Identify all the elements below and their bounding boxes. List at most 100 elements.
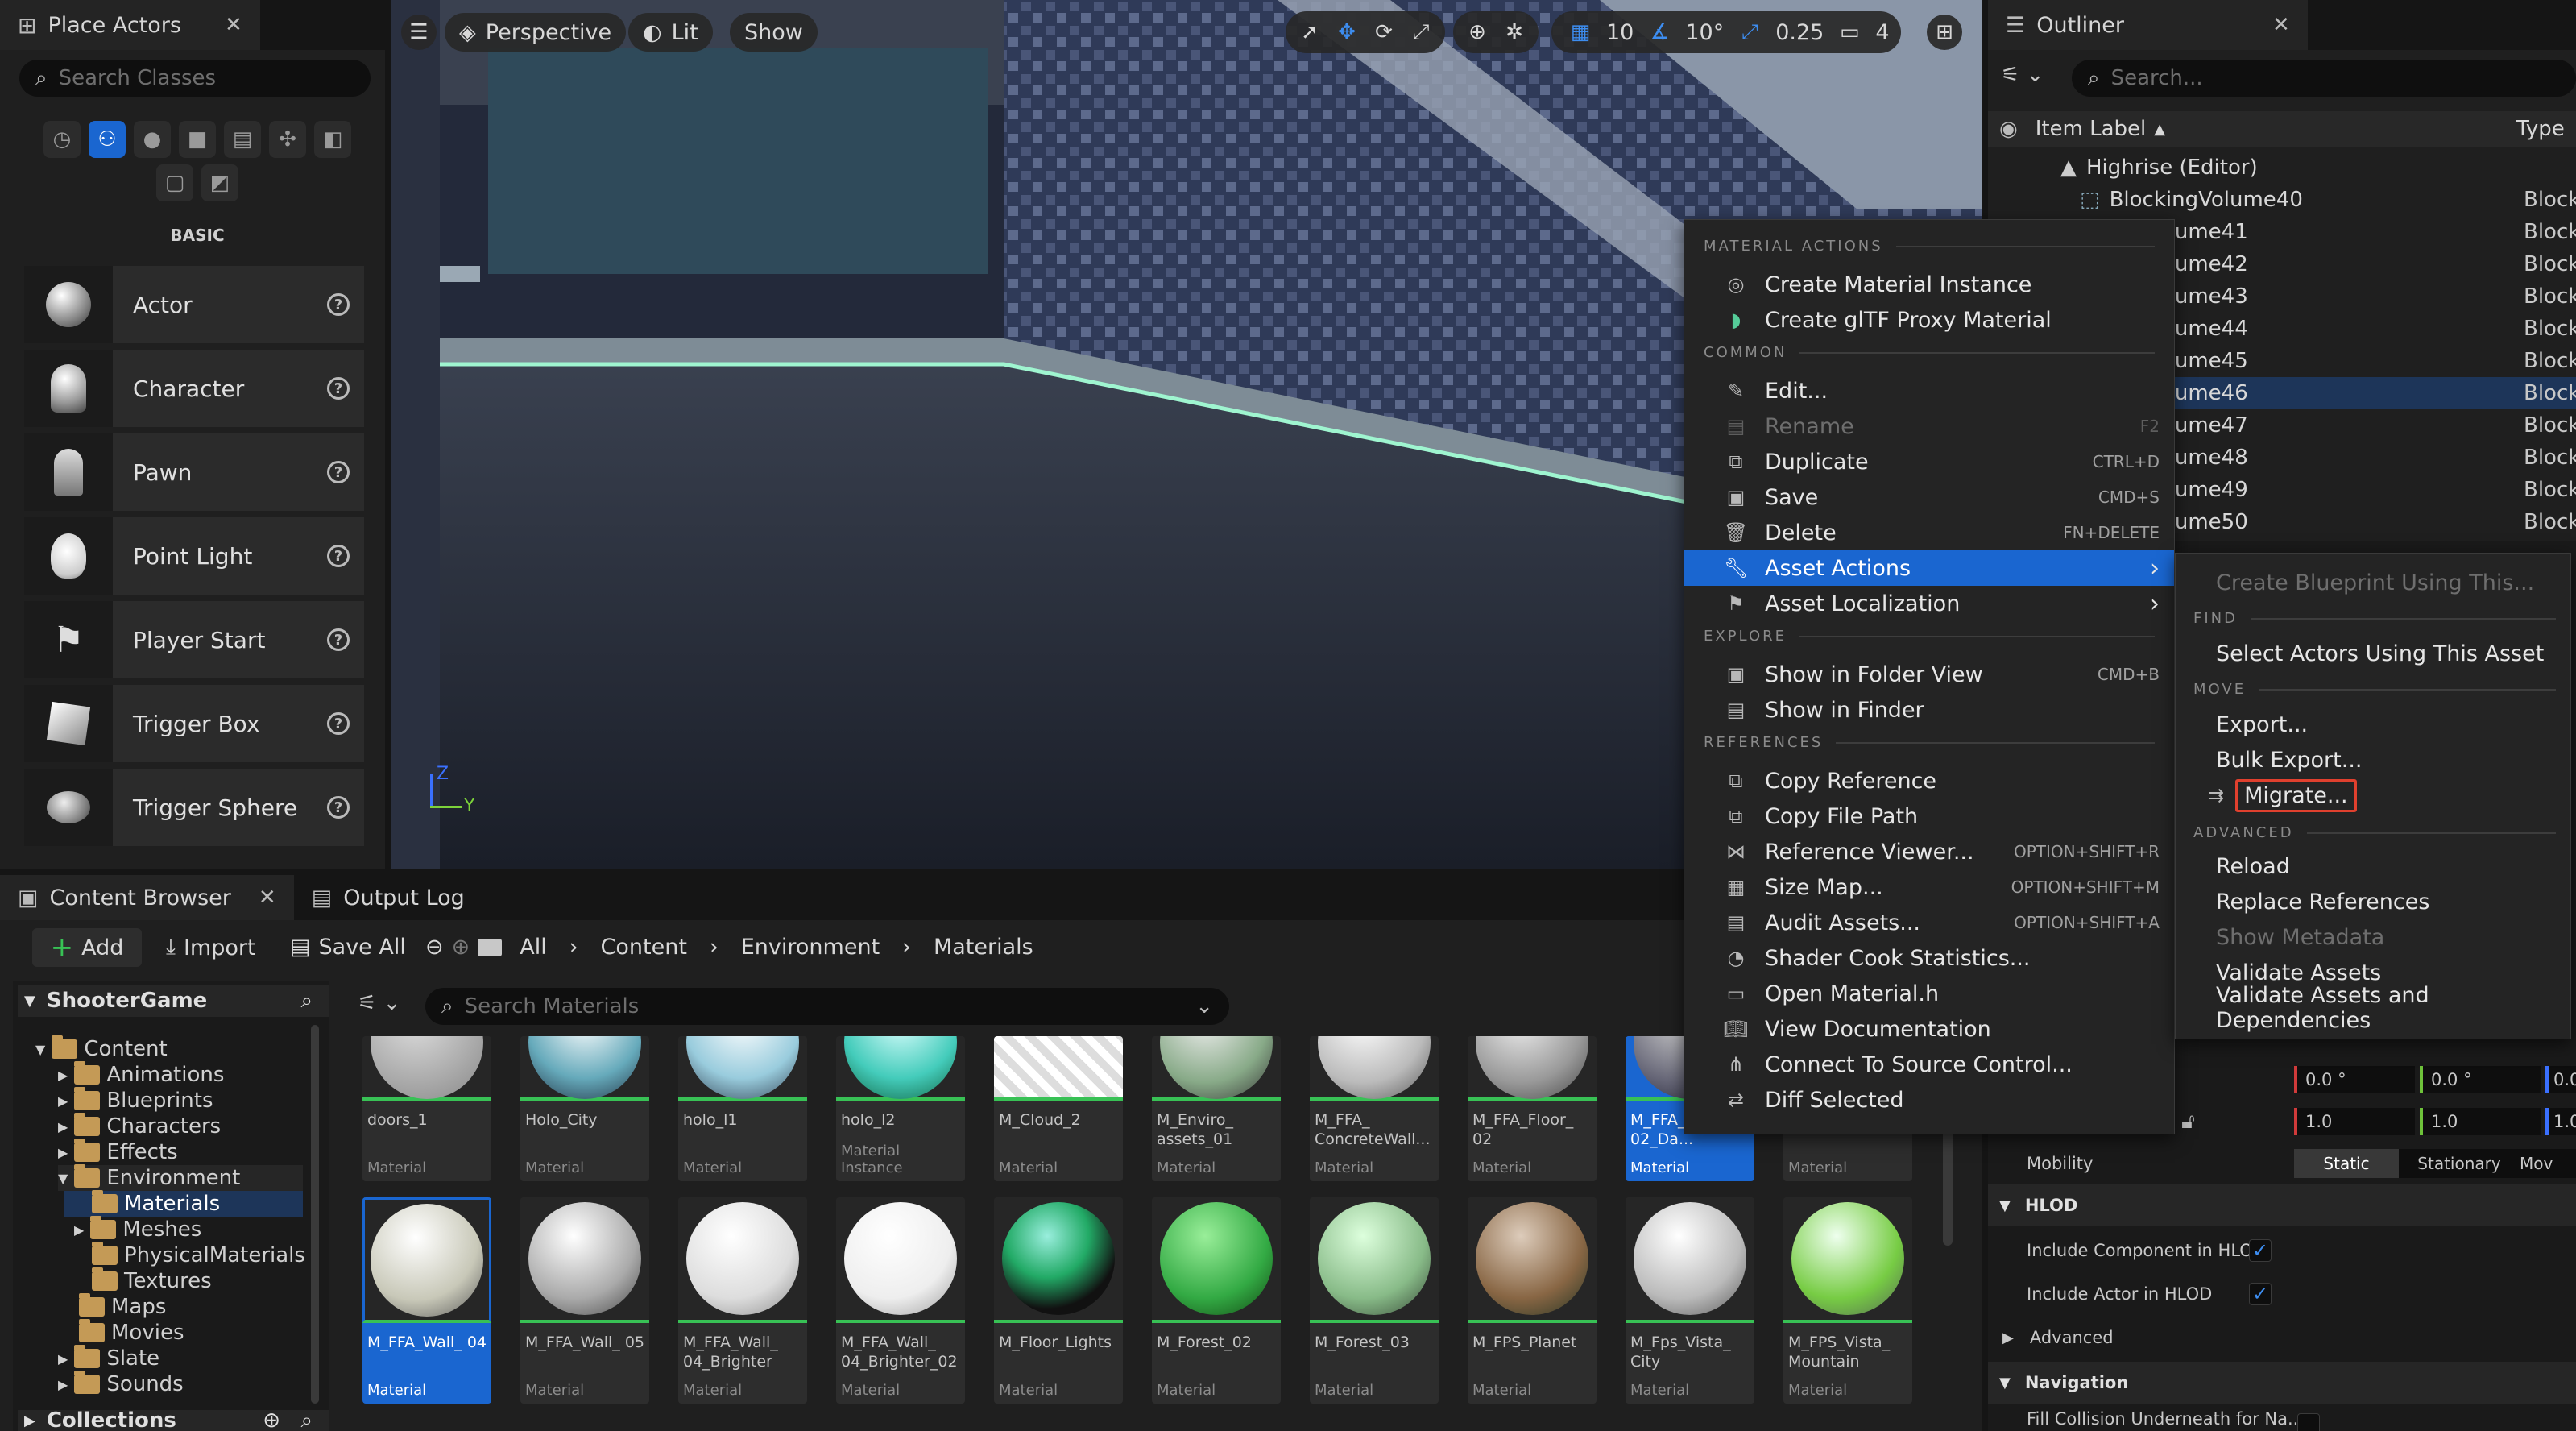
asset-tile[interactable]: Holo_City Material: [520, 1036, 649, 1181]
select-mode-icon[interactable]: ➚: [1292, 15, 1327, 50]
asset-tile[interactable]: M_Cloud_2 Material: [994, 1036, 1123, 1181]
menu-create-blueprint[interactable]: Create Blueprint Using This...: [2176, 565, 2570, 600]
menu-show-metadata[interactable]: Show Metadata: [2176, 919, 2570, 955]
menu-show-in-folder-view[interactable]: ▣ Show in Folder View CMD+B: [1684, 657, 2174, 692]
rotation-x-field[interactable]: 0.0 °: [2294, 1066, 2415, 1093]
tree-item-content[interactable]: ▼ Content: [35, 1035, 168, 1062]
menu-create-material-instance[interactable]: ◎ Create Material Instance: [1684, 267, 2174, 302]
cinematic-icon[interactable]: ▤: [224, 121, 261, 158]
actor-item-trigger-sphere[interactable]: Trigger Sphere ?: [24, 769, 364, 846]
scale-snap-icon[interactable]: ⤢: [1732, 15, 1767, 50]
actor-item-point-light[interactable]: Point Light ?: [24, 517, 364, 595]
viewport-menu-icon[interactable]: ☰: [401, 15, 437, 50]
chevron-down-icon[interactable]: ⌄: [1195, 994, 1213, 1018]
menu-connect-source-control[interactable]: ⋔ Connect To Source Control...: [1684, 1047, 2174, 1082]
breadcrumb-environment[interactable]: Environment: [741, 935, 880, 960]
close-icon[interactable]: ✕: [2272, 13, 2290, 37]
mobility-movable-button[interactable]: Mov: [2520, 1154, 2576, 1173]
help-icon[interactable]: ?: [327, 545, 350, 567]
breadcrumb-content[interactable]: Content: [601, 935, 687, 960]
column-item-label[interactable]: Item Label: [2036, 117, 2147, 141]
camera-speed-value[interactable]: 4: [1875, 20, 1889, 45]
menu-asset-actions[interactable]: 🔧︎ Asset Actions ›: [1684, 550, 2174, 586]
menu-open-material-h[interactable]: ▭ Open Material.h: [1684, 976, 2174, 1011]
tree-item-blueprints[interactable]: ▶ Blueprints: [58, 1087, 213, 1114]
tab-content-browser[interactable]: ▣ Content Browser ✕: [0, 875, 294, 920]
breadcrumb-materials[interactable]: Materials: [934, 935, 1033, 960]
actor-item-pawn[interactable]: Pawn ?: [24, 433, 364, 511]
rotation-z-field[interactable]: 0.0: [2545, 1066, 2576, 1093]
menu-migrate[interactable]: ⇉ Migrate...: [2176, 778, 2570, 813]
asset-tile[interactable]: M_Forest_03 Material: [1310, 1197, 1439, 1404]
asset-tile[interactable]: M_FFA_Floor_ 02 Material: [1468, 1036, 1597, 1181]
asset-tile[interactable]: M_FFA_Wall_ 04_Brighter_02 Material: [836, 1197, 965, 1404]
menu-view-documentation[interactable]: 📖︎ View Documentation: [1684, 1011, 2174, 1047]
menu-asset-localization[interactable]: ⚑ Asset Localization ›: [1684, 586, 2174, 621]
geometry-icon[interactable]: ◩: [201, 164, 238, 201]
menu-duplicate[interactable]: ⧉ Duplicate CTRL+D: [1684, 444, 2174, 479]
asset-tile[interactable]: M_FFA_ ConcreteWall... Material: [1310, 1036, 1439, 1181]
menu-rename[interactable]: ▤ Rename F2: [1684, 409, 2174, 444]
tab-output-log[interactable]: ▤ Output Log: [293, 875, 482, 920]
close-icon[interactable]: ✕: [225, 13, 242, 37]
perspective-button[interactable]: ◈ Perspective: [445, 13, 627, 52]
actor-item-trigger-box[interactable]: Trigger Box ?: [24, 685, 364, 762]
help-icon[interactable]: ?: [327, 712, 350, 735]
tree-item-materials[interactable]: Materials: [64, 1190, 303, 1217]
advanced-row[interactable]: ▶ Advanced: [1988, 1317, 2576, 1358]
menu-bulk-export[interactable]: Bulk Export...: [2176, 742, 2570, 778]
tree-scrollbar[interactable]: [311, 1025, 319, 1404]
asset-tile-selected[interactable]: M_FFA_Wall_ 04 Material: [362, 1197, 491, 1404]
outliner-root[interactable]: ▲ Highrise (Editor): [1988, 151, 2576, 184]
search-icon[interactable]: ⌕: [300, 989, 313, 1014]
add-button[interactable]: + Add: [32, 928, 142, 967]
tab-place-actors[interactable]: ⊞ Place Actors ✕: [0, 0, 260, 50]
search-materials-input[interactable]: ⌕ Search Materials ⌄: [425, 988, 1229, 1025]
scale-mode-icon[interactable]: ⤢: [1403, 15, 1439, 50]
asset-tile[interactable]: M_FFA_Wall_ 04_Brighter Material: [678, 1197, 807, 1404]
menu-replace-references[interactable]: Replace References: [2176, 884, 2570, 919]
import-button[interactable]: ⤓ Import: [166, 935, 256, 960]
actor-item-character[interactable]: Character ?: [24, 350, 364, 427]
filter-icon[interactable]: ⚟ ⌄: [358, 991, 400, 1015]
menu-save[interactable]: ▣ Save CMD+S: [1684, 479, 2174, 515]
asset-tile[interactable]: M_Fps_Vista_ City Material: [1626, 1197, 1754, 1404]
include-component-checkbox[interactable]: ✓: [2249, 1239, 2272, 1262]
asset-tile[interactable]: holo_l1 Material: [678, 1036, 807, 1181]
asset-tile[interactable]: doors_1 Material: [362, 1036, 491, 1181]
menu-export[interactable]: Export...: [2176, 707, 2570, 742]
grid-snap-value[interactable]: 10: [1606, 20, 1634, 45]
collections-header[interactable]: ▶ Collections ⊕ ⌕: [18, 1410, 329, 1431]
menu-copy-reference[interactable]: ⧉ Copy Reference: [1684, 763, 2174, 798]
mobility-stationary-button[interactable]: Stationary: [2399, 1154, 2520, 1173]
angle-snap-icon[interactable]: ∡: [1642, 15, 1677, 50]
scale-z-field[interactable]: 1.0: [2545, 1108, 2576, 1135]
menu-reference-viewer[interactable]: ⋈ Reference Viewer... OPTION+SHIFT+R: [1684, 834, 2174, 869]
menu-diff-selected[interactable]: ⇄ Diff Selected: [1684, 1082, 2174, 1118]
show-button[interactable]: Show: [730, 13, 818, 52]
breadcrumb-all[interactable]: All: [520, 935, 546, 960]
asset-tile[interactable]: M_Enviro_ assets_01 Material: [1152, 1036, 1281, 1181]
all-classes-icon[interactable]: ▢: [156, 164, 193, 201]
viewport-layout-icon[interactable]: ⊞: [1927, 15, 1962, 50]
actor-item-actor[interactable]: Actor ?: [24, 266, 364, 343]
lit-button[interactable]: ◐ Lit: [628, 13, 713, 52]
sources-root[interactable]: ▼ ShooterGame ⌕: [18, 985, 329, 1017]
tree-item-characters[interactable]: ▶ Characters: [58, 1113, 221, 1139]
scale-snap-value[interactable]: 0.25: [1775, 20, 1824, 45]
tree-item-movies[interactable]: Movies: [79, 1319, 184, 1346]
menu-shader-cook-statistics[interactable]: ◔ Shader Cook Statistics...: [1684, 940, 2174, 976]
tree-item-meshes[interactable]: ▶ Meshes: [74, 1216, 201, 1242]
tree-item-textures[interactable]: Textures: [92, 1267, 212, 1294]
tab-outliner[interactable]: ☰ Outliner ✕: [1988, 0, 2308, 50]
outliner-row[interactable]: ⬚ BlockingVolume40 Block: [1988, 184, 2576, 216]
shapes-icon[interactable]: ■: [179, 121, 216, 158]
menu-edit[interactable]: ✎ Edit...: [1684, 373, 2174, 409]
world-space-icon[interactable]: ⊕: [1460, 15, 1495, 50]
surface-snap-icon[interactable]: ✲: [1497, 15, 1532, 50]
help-icon[interactable]: ?: [327, 293, 350, 316]
rotate-mode-icon[interactable]: ⟳: [1366, 15, 1402, 50]
back-icon[interactable]: ⊖: [425, 935, 444, 960]
menu-copy-file-path[interactable]: ⧉ Copy File Path: [1684, 798, 2174, 834]
basic-category-icon[interactable]: ⚇: [89, 121, 126, 158]
